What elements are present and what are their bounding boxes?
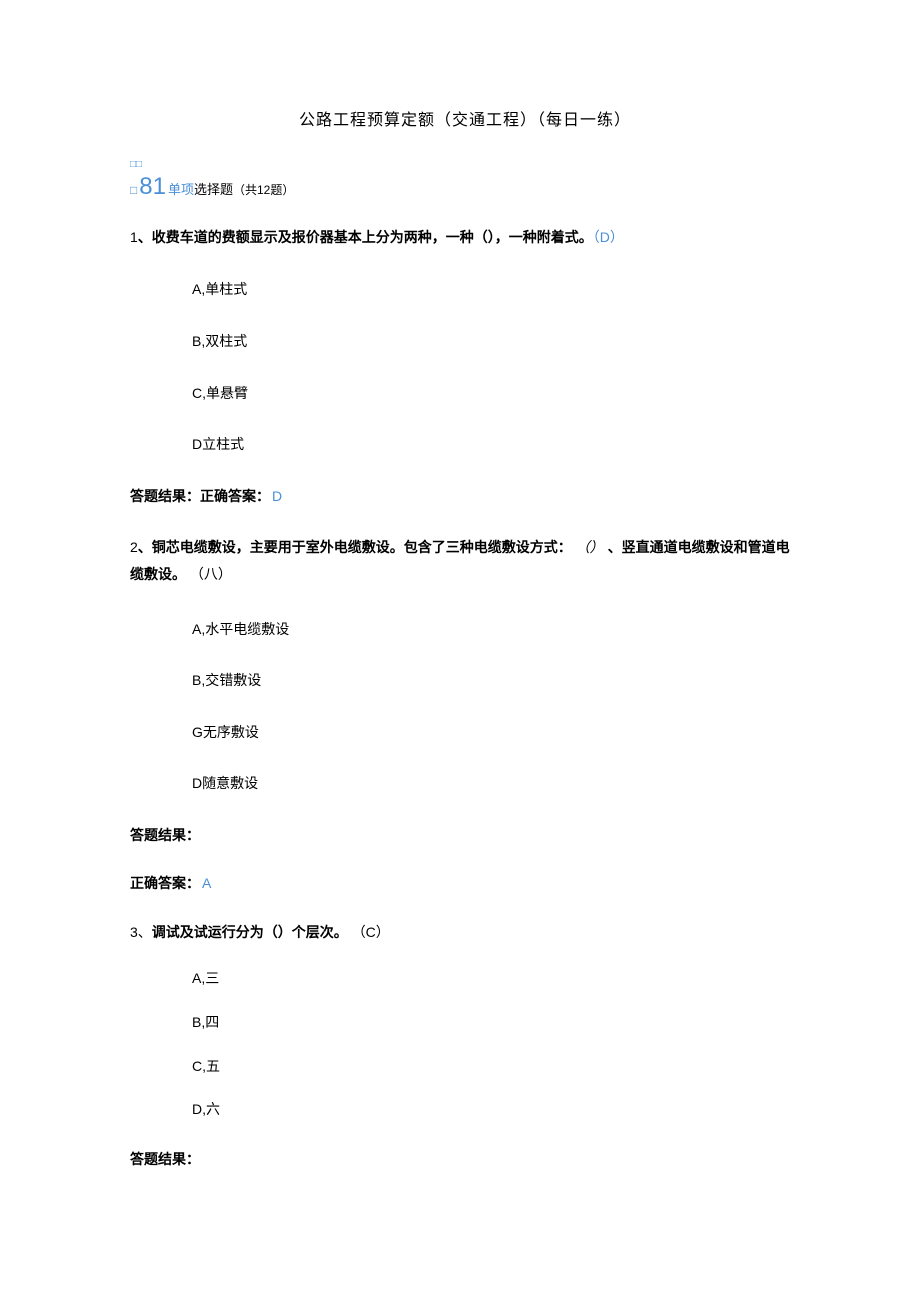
question-2: 2、铜芯电缆敷设，主要用于室外电缆敷设。包含了三种电缆敷设方式： （） 、竖直通…	[130, 534, 800, 794]
option-text: 随意敷设	[202, 775, 258, 791]
option-letter: A,	[192, 621, 205, 637]
q1-options: A,单柱式 B,双柱式 C,单悬臂 D立柱式	[130, 280, 800, 454]
q1-option-a[interactable]: A,单柱式	[192, 280, 800, 300]
q3-options: A,三 B,四 C,五 D,六	[130, 969, 800, 1119]
q3-option-d[interactable]: D,六	[192, 1100, 800, 1120]
q2-number: 2	[130, 539, 138, 555]
q2-option-c[interactable]: G无序敷设	[192, 723, 800, 743]
option-text: 四	[205, 1014, 219, 1030]
q1-option-c[interactable]: C,单悬臂	[192, 384, 800, 404]
option-letter: B,	[192, 1014, 205, 1030]
section-header: □ 81 单项 选择题 （共12题）	[130, 170, 800, 204]
option-letter: A,	[192, 281, 205, 297]
q2-blank: （）	[576, 539, 604, 555]
q2-option-a[interactable]: A,水平电缆敷设	[192, 620, 800, 640]
q1-body: 收费车道的费额显示及报价器基本上分为两种，一种（），一种附着式。	[152, 229, 593, 245]
q1-sep: 、	[138, 229, 152, 245]
question-3: 3、调试及试运行分为（）个层次。 （C） A,三 B,四 C,五 D,六	[130, 921, 800, 1120]
section-number: 81	[139, 170, 166, 204]
option-text: 单悬臂	[206, 385, 248, 401]
marker-row-1: □□	[130, 160, 800, 170]
q3-option-a[interactable]: A,三	[192, 969, 800, 989]
q1-number: 1	[130, 229, 138, 245]
option-text: 交错敷设	[205, 672, 261, 688]
q3-sep: 、	[138, 924, 152, 940]
option-text: 水平电缆敷设	[205, 621, 289, 637]
q2-option-d[interactable]: D随意敷设	[192, 774, 800, 794]
option-letter: D	[192, 775, 202, 791]
q2-result: 答题结果：	[130, 826, 800, 846]
question-1-text: 1、收费车道的费额显示及报价器基本上分为两种，一种（），一种附着式。（D）	[130, 226, 800, 248]
option-letter: A,	[192, 970, 205, 986]
section-count: （共12题）	[233, 182, 294, 199]
section-label: 选择题	[194, 181, 233, 199]
q2-options: A,水平电缆敷设 B,交错敷设 G无序敷设 D随意敷设	[130, 620, 800, 794]
option-text: 六	[206, 1101, 220, 1117]
marker-box-icon: □	[130, 182, 137, 199]
q2-hint: （八）	[190, 566, 232, 582]
section-prefix: 单项	[168, 181, 194, 199]
option-text: 五	[206, 1058, 220, 1074]
option-text: 立柱式	[202, 436, 244, 452]
option-letter: C,	[192, 1058, 206, 1074]
option-letter: B,	[192, 333, 205, 349]
option-letter: C,	[192, 385, 206, 401]
option-letter: B,	[192, 672, 205, 688]
q1-answer: D	[272, 488, 282, 504]
question-3-text: 3、调试及试运行分为（）个层次。 （C）	[130, 921, 800, 943]
q3-result: 答题结果：	[130, 1150, 800, 1170]
q2-correct-label: 正确答案：	[130, 875, 200, 891]
option-text: 双柱式	[205, 333, 247, 349]
option-letter: G	[192, 724, 203, 740]
question-2-text: 2、铜芯电缆敷设，主要用于室外电缆敷设。包含了三种电缆敷设方式： （） 、竖直通…	[130, 534, 800, 587]
q3-option-c[interactable]: C,五	[192, 1057, 800, 1077]
option-text: 无序敷设	[203, 724, 259, 740]
option-text: 单柱式	[205, 281, 247, 297]
q3-option-b[interactable]: B,四	[192, 1013, 800, 1033]
page-title: 公路工程预算定额（交通工程）（每日一练）	[130, 110, 800, 132]
q3-hint: （C）	[352, 924, 390, 940]
q2-correct: 正确答案：A	[130, 874, 800, 894]
option-letter: D,	[192, 1101, 206, 1117]
option-letter: D	[192, 436, 202, 452]
q1-result: 答题结果：正确答案：D	[130, 487, 800, 507]
q1-option-b[interactable]: B,双柱式	[192, 332, 800, 352]
q1-result-label: 答题结果：正确答案：	[130, 488, 270, 504]
q3-body: 调试及试运行分为（）个层次。	[152, 924, 348, 940]
q2-option-b[interactable]: B,交错敷设	[192, 671, 800, 691]
question-1: 1、收费车道的费额显示及报价器基本上分为两种，一种（），一种附着式。（D） A,…	[130, 226, 800, 455]
q2-answer: A	[202, 875, 211, 891]
q2-body1: 铜芯电缆敷设，主要用于室外电缆敷设。包含了三种电缆敷设方式：	[152, 539, 572, 555]
q3-number: 3	[130, 924, 138, 940]
option-text: 三	[205, 970, 219, 986]
q2-sep: 、	[138, 539, 152, 555]
q1-option-d[interactable]: D立柱式	[192, 435, 800, 455]
q1-hint: （D）	[593, 229, 624, 245]
